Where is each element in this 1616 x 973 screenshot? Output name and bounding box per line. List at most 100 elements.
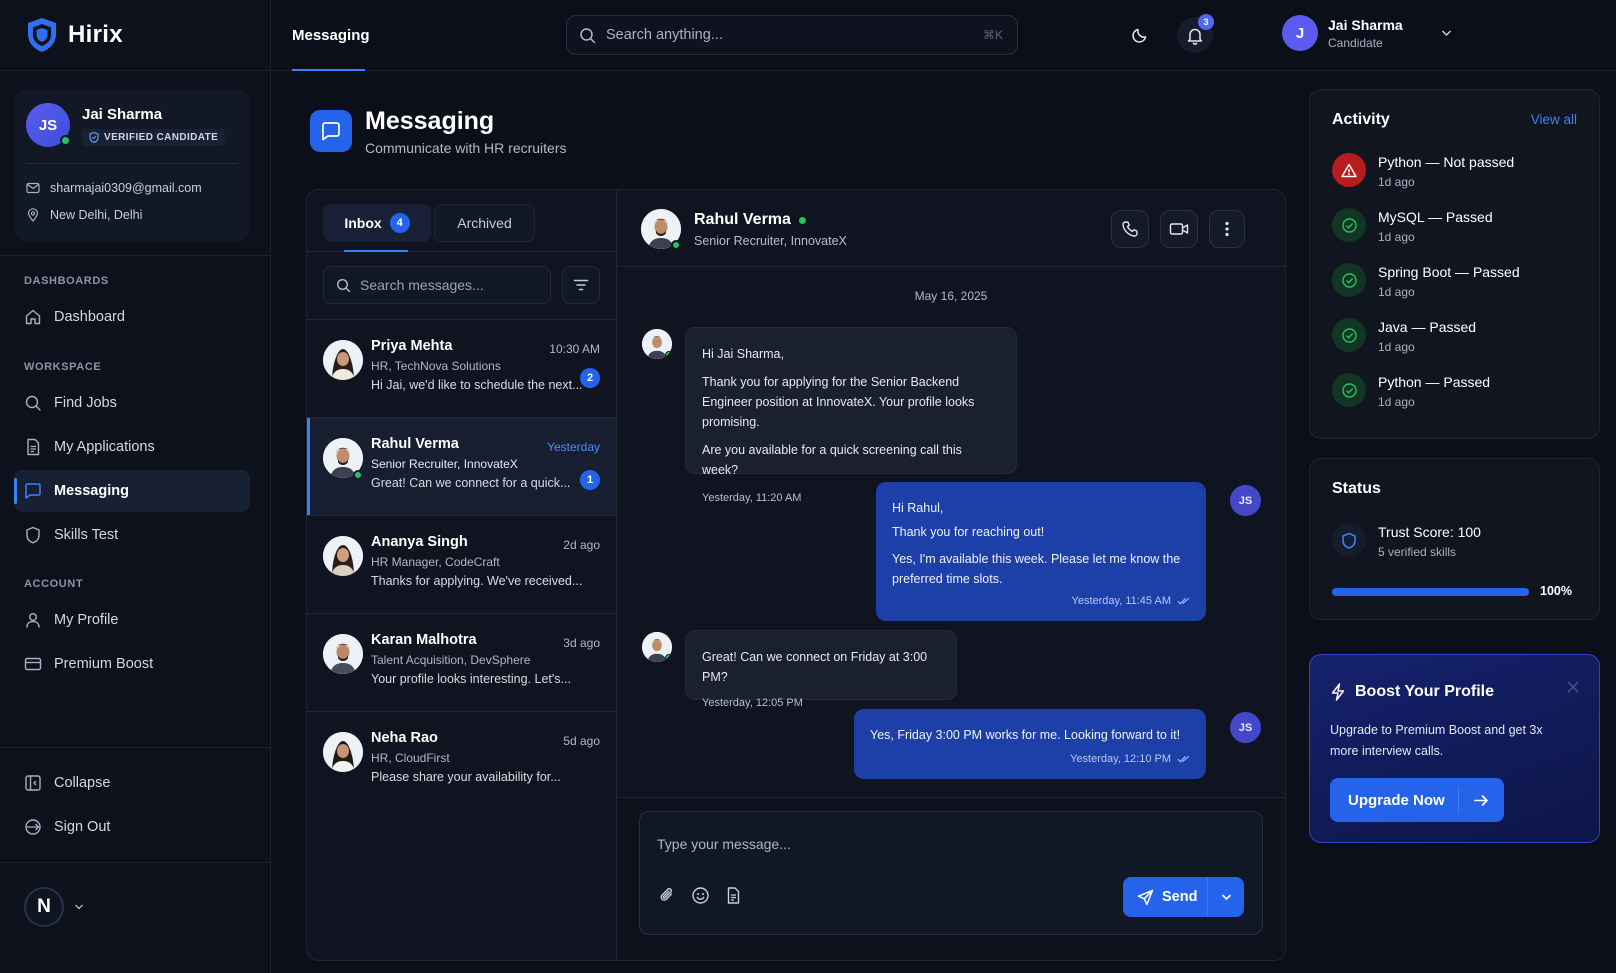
tab-inbox[interactable]: Inbox 4	[323, 204, 431, 242]
sidebar-item-dashboard[interactable]: Dashboard	[14, 296, 250, 338]
activity-item[interactable]: Spring Boot — Passed 1d ago	[1332, 263, 1520, 303]
conversation-time: 2d ago	[563, 538, 600, 552]
workspace-avatar[interactable]: N	[24, 887, 64, 927]
send-main[interactable]: Send	[1123, 889, 1207, 906]
activity-item[interactable]: Python — Not passed 1d ago	[1332, 153, 1514, 193]
conversation-role: Senior Recruiter, InnovateX	[371, 457, 518, 471]
upgrade-now-button[interactable]: Upgrade Now	[1330, 778, 1504, 822]
notifications-button[interactable]: 3	[1177, 14, 1214, 53]
conversation-role: HR, TechNova Solutions	[371, 359, 501, 373]
message-text: Thank you for applying for the Senior Ba…	[702, 375, 975, 429]
verified-skills-count: 5 verified skills	[1378, 545, 1457, 559]
avatar[interactable]: JS	[26, 103, 71, 147]
activity-item[interactable]: Python — Passed 1d ago	[1332, 373, 1490, 413]
brand-name: Hirix	[68, 21, 123, 48]
filter-button[interactable]	[562, 266, 600, 304]
map-pin-icon	[26, 207, 40, 222]
message-meta: Yesterday, 11:45 AM	[1072, 591, 1190, 611]
unread-badge: 1	[580, 470, 600, 490]
search-shortcut: ⌘K	[982, 28, 1003, 42]
search-icon	[579, 27, 596, 44]
conversation-time: 10:30 AM	[549, 342, 600, 356]
message-bubble-incoming: Great! Can we connect on Friday at 3:00 …	[685, 630, 957, 709]
section-label-workspace: WORKSPACE	[24, 361, 102, 373]
brand[interactable]: Hirix	[0, 0, 270, 71]
send-button[interactable]: Send	[1123, 877, 1244, 917]
message-text: Hi Rahul,	[892, 501, 944, 515]
check-circle-icon	[1332, 318, 1366, 352]
message-search-input[interactable]: Search messages...	[323, 266, 551, 304]
collapse-button[interactable]: Collapse	[14, 762, 251, 804]
call-button[interactable]	[1111, 210, 1149, 248]
online-indicator	[671, 240, 681, 250]
activity-item[interactable]: Java — Passed 1d ago	[1332, 318, 1476, 358]
topbar-title[interactable]: Messaging	[292, 0, 370, 71]
global-search-input[interactable]: Search anything... ⌘K	[566, 15, 1018, 55]
search-icon	[24, 394, 42, 412]
my-avatar: JS	[1230, 485, 1261, 516]
message-bubble-incoming: Hi Jai Sharma, Thank you for applying fo…	[685, 327, 1017, 504]
profile-location: New Delhi, Delhi	[50, 207, 143, 222]
shield-logo-icon	[26, 17, 58, 53]
chevron-down-icon[interactable]	[74, 903, 84, 911]
activity-card: Activity View all Python — Not passed 1d…	[1309, 89, 1600, 439]
sidebar-item-premium-boost[interactable]: Premium Boost	[14, 643, 250, 685]
message-input[interactable]: Type your message...	[657, 836, 791, 852]
file-icon[interactable]	[724, 886, 743, 905]
sidebar-item-find-jobs[interactable]: Find Jobs	[14, 382, 250, 424]
tab-archived[interactable]: Archived	[434, 204, 535, 242]
activity-item-title: Spring Boot — Passed	[1378, 264, 1520, 280]
avatar	[323, 732, 363, 772]
sign-out-button[interactable]: Sign Out	[14, 806, 251, 848]
check-circle-icon	[1332, 263, 1366, 297]
activity-item-title: Java — Passed	[1378, 319, 1477, 335]
send-options-button[interactable]	[1208, 893, 1244, 901]
conversation-item[interactable]: Neha Rao HR, CloudFirst Please share you…	[307, 712, 616, 810]
lightning-icon	[1331, 683, 1345, 701]
boost-title-row: Boost Your Profile	[1331, 683, 1494, 701]
unread-badge: 2	[580, 368, 600, 388]
conversation-item[interactable]: Ananya Singh HR Manager, CodeCraft Thank…	[307, 516, 616, 614]
sidebar-item-messaging[interactable]: Messaging	[14, 470, 250, 512]
user-icon	[24, 611, 42, 629]
more-options-button[interactable]	[1209, 210, 1245, 248]
sidebar-item-my-profile[interactable]: My Profile	[14, 599, 250, 641]
avatar: J	[1282, 15, 1318, 51]
check-circle-icon	[1332, 208, 1366, 242]
sidebar-item-label: My Applications	[54, 439, 155, 455]
upgrade-now-label: Upgrade Now	[1348, 791, 1445, 809]
paperclip-icon[interactable]	[658, 886, 677, 905]
theme-toggle-button[interactable]	[1122, 17, 1158, 53]
conversation-item-active[interactable]: Rahul Verma Senior Recruiter, InnovateX …	[307, 418, 616, 516]
conversation-item[interactable]: Priya Mehta HR, TechNova Solutions Hi Ja…	[307, 320, 616, 418]
sidebar-item-skills-test[interactable]: Skills Test	[14, 514, 250, 556]
chat-panel: Rahul Verma Senior Recruiter, InnovateX …	[617, 189, 1286, 961]
phone-icon	[1121, 220, 1139, 238]
inbox-count-badge: 4	[389, 213, 410, 233]
activity-item-title: Python — Passed	[1378, 374, 1491, 390]
avatar	[642, 329, 672, 359]
close-icon[interactable]	[1567, 681, 1579, 693]
conversation-item[interactable]: Karan Malhotra Talent Acquisition, DevSp…	[307, 614, 616, 712]
emoji-icon[interactable]	[691, 886, 710, 905]
progress-fill	[1332, 588, 1529, 596]
online-indicator	[665, 654, 672, 662]
activity-item[interactable]: MySQL — Passed 1d ago	[1332, 208, 1493, 248]
chat-contact-name: Rahul Verma	[694, 211, 791, 228]
chat-icon	[24, 482, 42, 500]
video-call-button[interactable]	[1160, 210, 1198, 248]
inbox-tabs: Inbox 4 Archived	[307, 190, 616, 252]
notification-count-badge: 3	[1198, 14, 1214, 30]
conversation-role: HR, CloudFirst	[371, 751, 450, 765]
verified-badge-label: VERIFIED CANDIDATE	[104, 132, 219, 143]
sidebar-item-label: Dashboard	[54, 309, 125, 325]
sidebar-item-label: Find Jobs	[54, 395, 117, 411]
composer-area: Type your message... Send	[617, 797, 1285, 960]
conversation-time: Yesterday	[547, 440, 600, 454]
view-all-link[interactable]: View all	[1531, 112, 1577, 127]
chevron-down-icon	[1441, 29, 1452, 37]
user-menu[interactable]: J Jai Sharma Candidate	[1282, 15, 1452, 51]
credit-card-icon	[24, 655, 42, 673]
sidebar-item-my-applications[interactable]: My Applications	[14, 426, 250, 468]
sidebar: Hirix JS Jai Sharma VERIFIED CANDIDATE s…	[0, 0, 271, 973]
